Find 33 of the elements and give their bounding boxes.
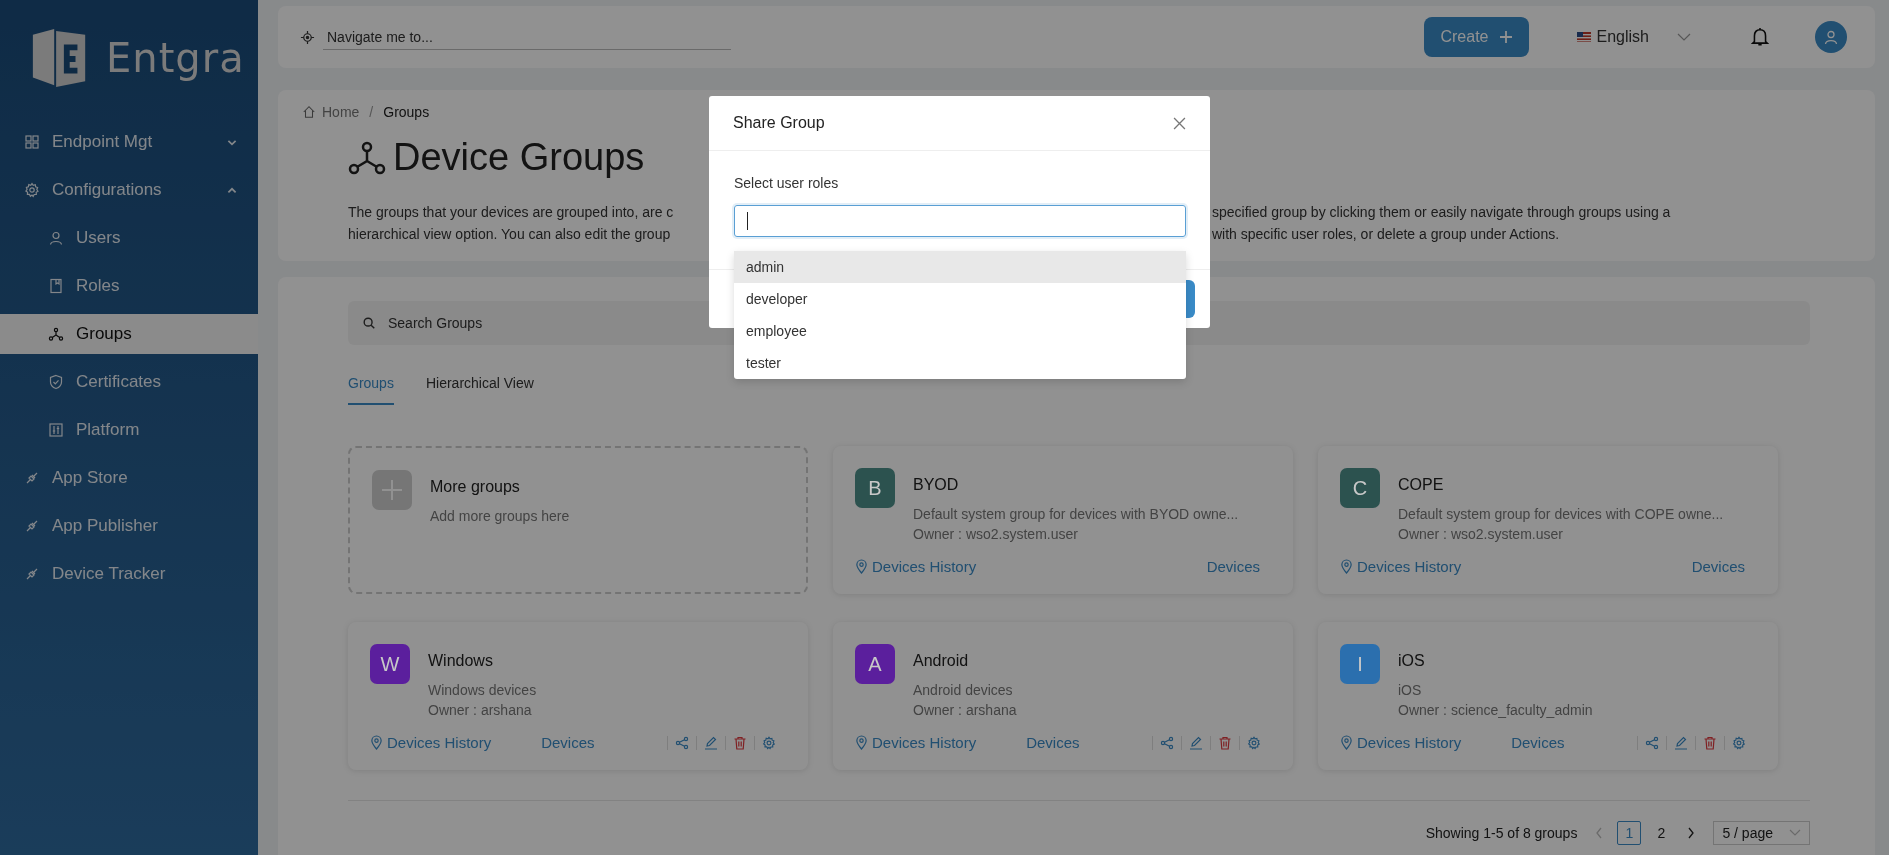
description-text: hierarchical view option. You can also edit the group	[348, 225, 671, 244]
group-avatar: W	[370, 644, 410, 684]
card-title: More groups	[430, 478, 521, 496]
group-avatar: B	[855, 468, 895, 508]
group-avatar: A	[855, 644, 895, 684]
card-owner: Owner : wso2.system.user	[1398, 526, 1564, 542]
description-text: The groups that your devices are grouped into, are c	[348, 203, 674, 222]
card-title: BYOD	[913, 476, 960, 494]
card-description: Windows devices	[428, 682, 537, 698]
page-title: Device Groups	[393, 136, 645, 179]
card-description: Default system group for devices with COPE owne...	[1398, 506, 1724, 522]
logo-text: Entgra	[106, 35, 245, 81]
field-label: Select user roles	[734, 175, 840, 191]
card-subtitle: Add more groups here	[430, 508, 570, 524]
card-description: Default system group for devices with BYOD owne...	[913, 506, 1239, 522]
description-text: specified group by clicking them or easily navigate through groups using a	[1212, 203, 1671, 222]
card-title: iOS	[1398, 652, 1426, 670]
card-owner: Owner : arshana	[913, 702, 1017, 718]
description-text: with specific user roles, or delete a group under Actions.	[1212, 225, 1560, 244]
dialog-title: Share Group	[733, 114, 825, 132]
card-title: Android	[913, 652, 970, 670]
card-title: Windows	[428, 652, 494, 670]
breadcrumb-separator: /	[369, 104, 374, 120]
card-owner: Owner : wso2.system.user	[913, 526, 1079, 542]
group-avatar: C	[1340, 468, 1380, 508]
breadcrumb-current: Groups	[383, 104, 430, 120]
card-title: COPE	[1398, 476, 1445, 494]
card-owner: Owner : arshana	[428, 702, 533, 718]
card-owner: Owner : science_faculty_admin	[1398, 702, 1593, 718]
card-description: iOS	[1398, 682, 1423, 698]
card-description: Android devices	[913, 682, 1014, 698]
pagination-summary: Showing 1-5 of 8 groups	[1425, 825, 1578, 841]
group-avatar: I	[1340, 644, 1380, 684]
